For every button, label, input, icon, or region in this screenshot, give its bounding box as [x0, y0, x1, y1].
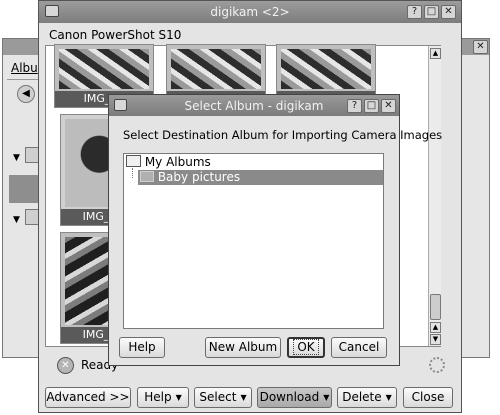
maximize-icon[interactable]: □: [424, 5, 439, 19]
scrollbar-thumb[interactable]: [430, 294, 441, 320]
icon-view-scrollbar[interactable]: ▲ ▲ ▼: [428, 46, 441, 346]
close-icon[interactable]: ✕: [441, 5, 456, 19]
delete-menu-button[interactable]: Delete ▼: [337, 387, 397, 408]
camera-window-title-bar[interactable]: digikam <2> ? □ ✕: [39, 1, 461, 23]
new-album-button[interactable]: New Album: [205, 337, 281, 358]
tree-item-label: Baby pictures: [157, 170, 241, 184]
dialog-close-icon[interactable]: ✕: [381, 99, 396, 113]
dialog-help-button-label: Help: [128, 340, 156, 354]
dialog-help-button[interactable]: Help: [119, 337, 165, 358]
dialog-prompt: Select Destination Album for Importing C…: [123, 128, 443, 142]
dialog-help-icon[interactable]: ?: [347, 99, 362, 113]
back-window-close-icon[interactable]: ✕: [473, 40, 488, 54]
dialog-maximize-icon[interactable]: □: [364, 99, 379, 113]
close-button[interactable]: Close: [403, 387, 453, 408]
dialog-title-bar[interactable]: Select Album - digikam ? □ ✕: [109, 95, 399, 116]
delete-menu-button-label: Delete: [342, 390, 382, 404]
album-tree[interactable]: My Albums Baby pictures: [123, 153, 384, 329]
dialog-cancel-button-label: Cancel: [338, 340, 380, 354]
folder-icon: [140, 171, 154, 182]
tree-item-my-albums[interactable]: My Albums: [126, 155, 211, 170]
thumbnail-image: [281, 49, 371, 89]
help-icon[interactable]: ?: [407, 5, 422, 19]
dialog-cancel-button[interactable]: Cancel: [331, 337, 387, 358]
scroll-up-icon[interactable]: ▲: [430, 48, 441, 59]
busy-spinner-icon: [429, 357, 445, 373]
ok-button[interactable]: OK: [287, 337, 325, 358]
help-menu-button-label: Help: [144, 390, 172, 404]
download-menu-button-label: Download: [259, 390, 320, 404]
scroll-down-icon[interactable]: ▼: [430, 334, 441, 345]
camera-group-label: Canon PowerShot S10: [49, 28, 182, 42]
folder-open-icon: [126, 155, 141, 167]
tree-branch-line: [132, 168, 133, 178]
back-nav-icon[interactable]: ◀: [17, 85, 35, 103]
thumbnail-image: [59, 49, 149, 89]
scroll-up-icon-bottom[interactable]: ▲: [430, 322, 441, 333]
camera-window-title: digikam <2>: [210, 5, 290, 19]
download-menu-button[interactable]: Download ▼: [257, 387, 332, 408]
back-window-menu-albums[interactable]: Albu: [11, 61, 38, 75]
chevron-down-icon: ▼: [385, 393, 392, 402]
select-menu-button[interactable]: Select ▼: [194, 387, 252, 408]
ok-button-label: OK: [293, 339, 319, 355]
select-menu-button-label: Select: [199, 390, 237, 404]
new-album-button-label: New Album: [208, 340, 278, 354]
tree-item-baby-pictures[interactable]: Baby pictures: [138, 170, 383, 185]
help-menu-button[interactable]: Help ▼: [137, 387, 189, 408]
tree-expand-icon[interactable]: ▼: [13, 153, 20, 163]
advanced-button[interactable]: Advanced >>: [45, 387, 131, 408]
select-album-dialog: Select Album - digikam ? □ ✕ Select Dest…: [108, 94, 442, 366]
thumbnail-image: [171, 49, 261, 89]
chevron-down-icon: ▼: [240, 393, 247, 402]
close-button-label: Close: [411, 390, 445, 404]
tree-item-label: My Albums: [144, 155, 211, 169]
chevron-down-icon: ▼: [175, 393, 182, 402]
advanced-button-label: Advanced >>: [46, 390, 130, 404]
chevron-down-icon: ▼: [323, 393, 330, 402]
tree-expand-icon-2[interactable]: ▼: [13, 215, 20, 225]
cancel-operation-icon[interactable]: ✕: [57, 357, 74, 374]
